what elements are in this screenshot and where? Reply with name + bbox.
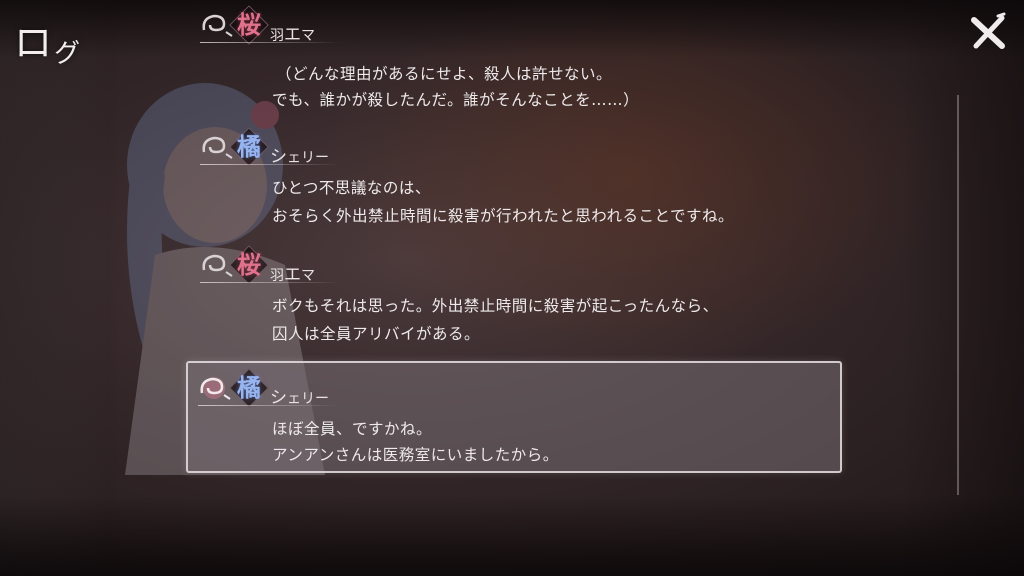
speaker-kanji: 橘 xyxy=(237,373,261,402)
speaker-kanji: 桜 xyxy=(237,250,261,279)
speaker-kanji: 桜 xyxy=(237,10,261,39)
speaker-crest: 桜 xyxy=(229,5,269,45)
name-underline xyxy=(200,164,340,165)
dialogue-line: 囚人は全員アリバイがある。 xyxy=(272,325,481,343)
dialogue-line: でも、誰かが殺したんだ。誰がそんなことを……） xyxy=(272,91,640,109)
dialogue-line: （どんな理由があるにせよ、殺人は許せない。 xyxy=(276,65,613,83)
log-title: ログ xyxy=(14,12,83,69)
log-title-main: ロ xyxy=(14,21,55,65)
speaker-kanji: 橘 xyxy=(237,132,261,161)
speaker-crest: 橘 xyxy=(229,368,269,408)
dialogue-line: おそらく外出禁止時間に殺害が行われたと思われることですね。 xyxy=(272,207,734,225)
dialogue-line: ひとつ不思議なのは、 xyxy=(272,179,431,197)
log-entry: 桜 羽エマ ボクもそれは思った。外出禁止時間に殺害が起こったんなら、 囚人は全員… xyxy=(186,245,838,346)
scrollbar-track[interactable] xyxy=(957,95,959,495)
voice-replay-icon[interactable] xyxy=(198,375,232,401)
name-underline xyxy=(200,282,340,283)
name-underline xyxy=(200,42,340,43)
speaker-crest: 橘 xyxy=(229,127,269,167)
dialogue-line: ほぼ全員、ですかね。 xyxy=(272,420,433,438)
dialogue-line: アンアンさんは医務室にいましたから。 xyxy=(272,446,559,464)
log-entry: 桜 羽エマ （どんな理由があるにせよ、殺人は許せない。 でも、誰かが殺したんだ。… xyxy=(186,5,838,109)
dialogue-line: ボクもそれは思った。外出禁止時間に殺害が起こったんなら、 xyxy=(272,297,719,315)
speaker-crest: 桜 xyxy=(229,245,269,285)
log-entry: 橘 シェリー ひとつ不思議なのは、 おそらく外出禁止時間に殺害が行われたと思われ… xyxy=(186,127,838,228)
log-title-small: グ xyxy=(54,39,83,69)
log-entry-selected[interactable]: 橘 シェリー ほぼ全員、ですかね。 アンアンさんは医務室にいましたから。 xyxy=(186,361,842,473)
close-x-icon[interactable] xyxy=(968,12,1008,52)
name-underline xyxy=(198,405,338,406)
